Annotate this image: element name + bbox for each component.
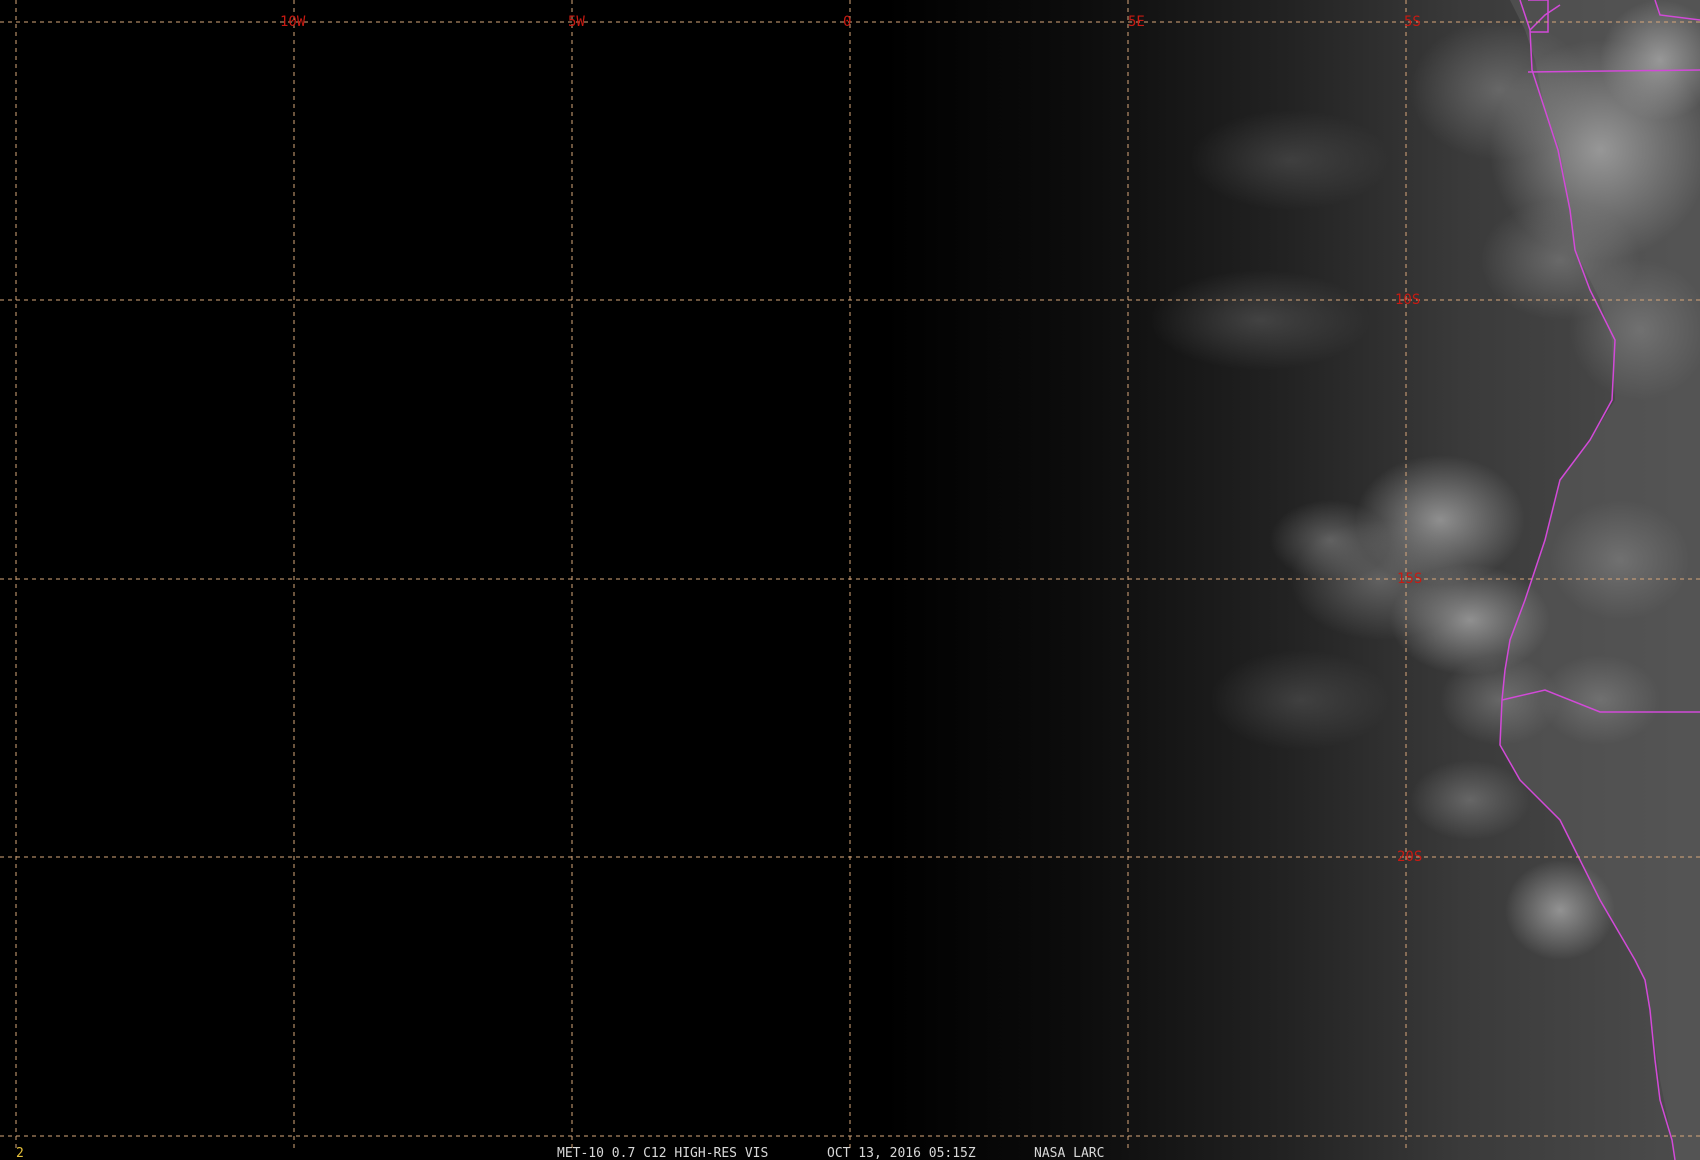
- lon-label-5w: 5W: [568, 14, 585, 30]
- satellite-image-view: 10W 5W 0 5E 5S 10S 15S 20S 2 MET-10 0.7 …: [0, 0, 1700, 1160]
- lat-label-15s: 15S: [1397, 571, 1422, 587]
- lat-label-10s: 10S: [1395, 292, 1420, 308]
- datetime-label: OCT 13, 2016 05:15Z: [827, 1146, 976, 1160]
- lon-label-5e: 5E: [1128, 14, 1145, 30]
- lon-label-10w: 10W: [280, 14, 306, 30]
- lat-label-20s: 20S: [1397, 849, 1422, 865]
- product-label: MET-10 0.7 C12 HIGH-RES VIS: [557, 1146, 768, 1160]
- source-label: NASA LARC: [1034, 1146, 1104, 1160]
- lon-label-0: 0: [843, 14, 851, 30]
- lat-label-5s: 5S: [1404, 14, 1421, 30]
- frame-number: 2: [16, 1146, 24, 1160]
